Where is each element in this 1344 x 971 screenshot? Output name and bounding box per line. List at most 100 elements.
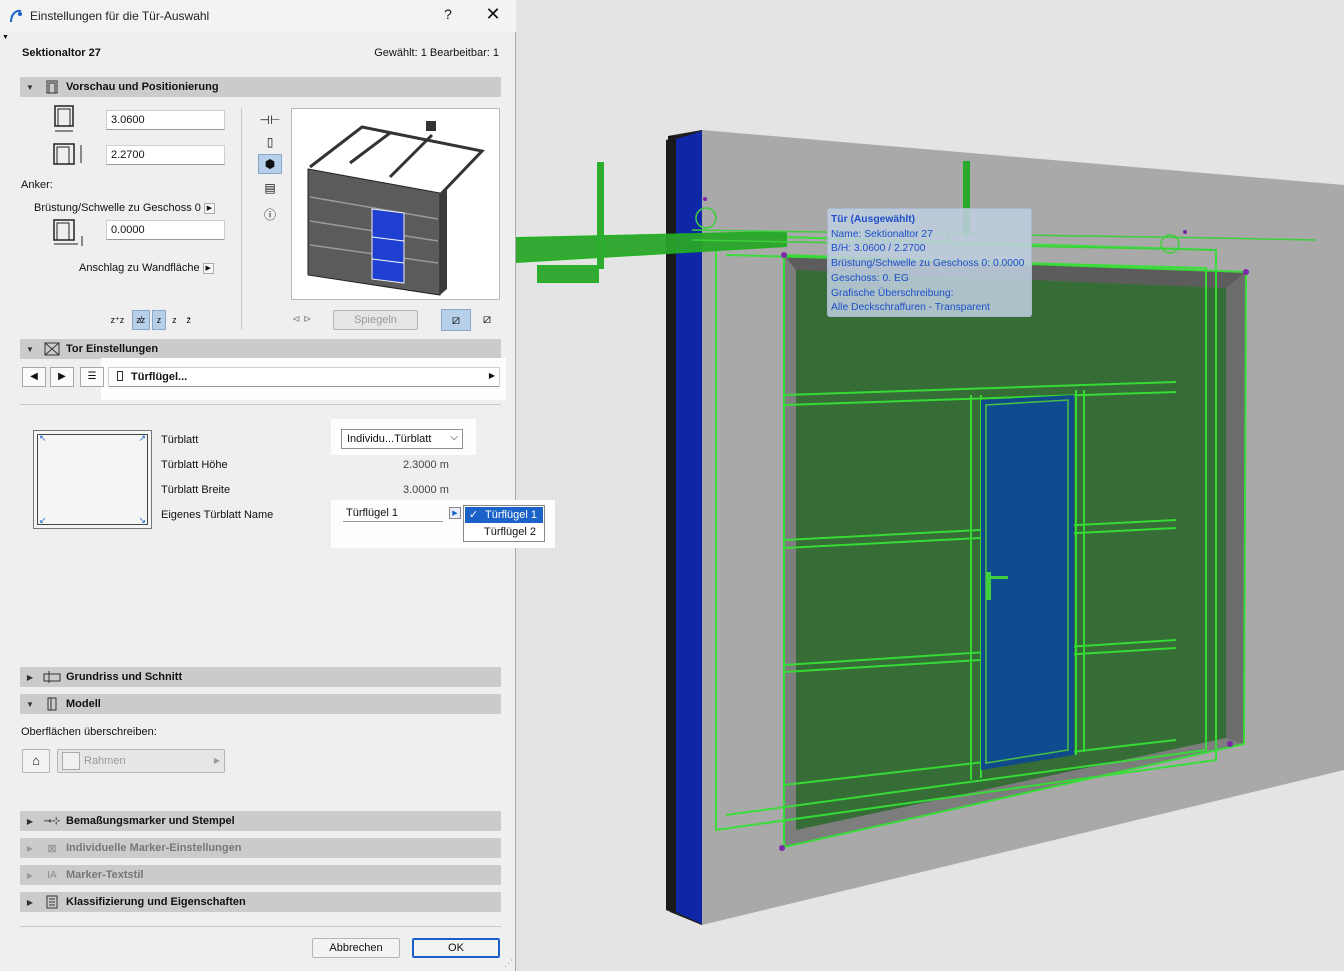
anchor-top-icon[interactable]: z: [168, 310, 180, 330]
dimension-marker-icon: ⊸⊹: [43, 815, 61, 827]
check-icon: ✓: [469, 509, 479, 521]
section-title: Vorschau und Positionierung: [66, 81, 219, 93]
corner-arrow-icon: ↙: [39, 515, 47, 525]
info-icon[interactable]: ⓘ: [258, 204, 282, 224]
popup-option-label: Türflügel 1: [485, 509, 537, 521]
close-button[interactable]: ✕: [482, 4, 504, 26]
anchor-bottom-icon[interactable]: z̄: [183, 310, 195, 330]
element-info-tooltip: Tür (Ausgewählt) Name: Sektionaltor 27 B…: [827, 208, 1032, 317]
previous-page-button[interactable]: ◀: [22, 367, 46, 387]
width-field[interactable]: 3.0600: [106, 110, 225, 130]
anchor-center-icon[interactable]: z̸z: [131, 310, 150, 330]
leaf-height-label: Türblatt Höhe: [161, 459, 228, 471]
dropdown-arrow-icon: ▶: [213, 756, 220, 765]
sill-field[interactable]: 0.0000: [106, 220, 225, 240]
door-leaf-preview: ↖ ↗ ↙ ↘: [33, 430, 152, 529]
height-field[interactable]: 2.2700: [106, 145, 225, 165]
section-marker-text[interactable]: ▶ IA Marker-Textstil: [20, 865, 501, 885]
divider: [241, 108, 242, 330]
expanded-caret-icon: ▼: [26, 344, 34, 354]
section-klassifizierung[interactable]: ▶ Klassifizierung und Eigenschaften: [20, 892, 501, 912]
tooltip-name: Name: Sektionaltor 27: [831, 228, 933, 240]
collapse-all-icon[interactable]: ▼: [2, 34, 9, 41]
sill-options-arrow-icon[interactable]: ▶: [203, 202, 215, 214]
elevation-view-icon[interactable]: ▯: [258, 132, 282, 152]
leaf-type-value: Individu...Türblatt: [347, 433, 432, 445]
section-marker[interactable]: ▶ ⊠ Individuelle Marker-Einstellungen: [20, 838, 501, 858]
door-preview-icon: [40, 79, 64, 95]
section-modell[interactable]: ▼ Modell: [20, 694, 501, 714]
section-bemassung[interactable]: ▶ ⊸⊹ Bemaßungsmarker und Stempel: [20, 811, 501, 831]
title-bar[interactable]: Einstellungen für die Tür-Auswahl ? ✕: [0, 0, 516, 32]
tooltip-override: Grafische Überschreibung:: [831, 287, 954, 299]
3d-viewport[interactable]: Tür (Ausgewählt) Name: Sektionaltor 27 B…: [516, 0, 1344, 971]
section-title: Tor Einstellungen: [66, 343, 159, 355]
popup-option-1[interactable]: ✓ Türflügel 1: [465, 507, 543, 523]
reveal-label-text: Anschlag zu Wandfläche: [79, 262, 200, 274]
object-name: Sektionaltor 27: [22, 47, 101, 59]
leaf-type-dropdown[interactable]: Individu...Türblatt ⌵: [341, 429, 463, 449]
opening-side-a-icon[interactable]: ⧄: [441, 309, 471, 331]
divider: [20, 404, 501, 405]
floor-plan-icon: [40, 669, 64, 685]
door-leaf-icon: [117, 371, 123, 381]
marker-settings-icon: ⊠: [47, 842, 57, 855]
plan-view-icon[interactable]: ⊣⊢: [258, 110, 282, 130]
mirror-button[interactable]: Spiegeln: [333, 310, 418, 330]
anchor-buttons: z⁺z z̸z z z z̄: [105, 310, 195, 330]
leaf-name-options-arrow-icon[interactable]: ▶: [449, 507, 461, 519]
classification-icon: [40, 894, 64, 910]
door-3d-preview[interactable]: [291, 108, 500, 300]
section-title: Grundriss und Schnitt: [66, 671, 183, 683]
anchor-label: Anker:: [21, 179, 53, 191]
corner-arrow-icon: ↗: [138, 433, 146, 443]
leaf-label: Türblatt: [161, 434, 199, 446]
section-title: Individuelle Marker-Einstellungen: [66, 842, 242, 854]
tooltip-size: B/H: 3.0600 / 2.2700: [831, 243, 926, 255]
corner-arrow-icon: ↘: [138, 515, 146, 525]
leaf-name-popup-menu: ✓ Türflügel 1 Türflügel 2: [463, 505, 545, 542]
section-tor[interactable]: ▼ Tor Einstellungen: [20, 339, 501, 359]
section-title: Modell: [66, 698, 101, 710]
ok-button[interactable]: OK: [412, 938, 500, 958]
anchor-right-icon[interactable]: z: [151, 310, 167, 330]
leaf-name-field[interactable]: Türflügel 1: [343, 505, 443, 522]
section-title: Marker-Textstil: [66, 869, 144, 881]
section-vorschau[interactable]: ▼ Vorschau und Positionierung: [20, 77, 501, 97]
popup-option-label: Türflügel 2: [484, 526, 536, 538]
cancel-button[interactable]: Abbrechen: [312, 938, 400, 958]
override-surfaces-label: Oberflächen überschreiben:: [21, 726, 157, 738]
popup-option-2[interactable]: Türflügel 2: [464, 524, 544, 540]
model-icon: [40, 696, 64, 712]
mirror-icon[interactable]: ⊲ ⊳: [292, 310, 326, 330]
archicad-icon: [10, 9, 22, 23]
page-selector-dropdown[interactable]: Türflügel... ▶: [108, 367, 500, 387]
help-button[interactable]: ?: [440, 6, 456, 26]
anchor-left-icon[interactable]: z⁺z: [105, 310, 130, 330]
gate-settings-icon: [40, 341, 64, 357]
leaf-name-label: Eigenes Türblatt Name: [161, 509, 274, 521]
leaf-width-value: 3.0000 m: [403, 484, 449, 496]
next-page-button[interactable]: ▶: [50, 367, 74, 387]
paint-bucket-button[interactable]: ⌂: [22, 749, 50, 773]
section-grundriss[interactable]: ▶ Grundriss und Schnitt: [20, 667, 501, 687]
3d-scene[interactable]: [516, 0, 1344, 971]
collapsed-caret-icon: ▶: [26, 870, 34, 880]
surface-dropdown[interactable]: Rahmen ▶: [57, 749, 225, 773]
selection-info: Gewählt: 1 Bearbeitbar: 1: [374, 47, 499, 59]
sill-height-icon: [52, 218, 88, 248]
resize-grip-icon[interactable]: ⋰: [504, 958, 513, 969]
page-list-icon[interactable]: ☰: [80, 367, 104, 387]
page-selector-value: Türflügel...: [131, 371, 188, 383]
section-view-icon[interactable]: ▤: [258, 178, 282, 198]
chevron-down-icon: ⌵: [450, 432, 458, 443]
sill-label[interactable]: Brüstung/Schwelle zu Geschoss 0 ▶: [34, 202, 215, 214]
reveal-options-arrow-icon[interactable]: ▶: [202, 262, 214, 274]
collapsed-caret-icon: ▶: [26, 897, 34, 907]
dropdown-arrow-icon: ▶: [488, 371, 495, 380]
3d-view-icon[interactable]: ⬢: [258, 154, 282, 174]
section-title: Klassifizierung und Eigenschaften: [66, 896, 246, 908]
paint-bucket-icon: ⌂: [32, 753, 40, 768]
reveal-label[interactable]: Anschlag zu Wandfläche ▶: [79, 262, 214, 274]
opening-side-b-icon[interactable]: ⧄: [474, 309, 500, 331]
